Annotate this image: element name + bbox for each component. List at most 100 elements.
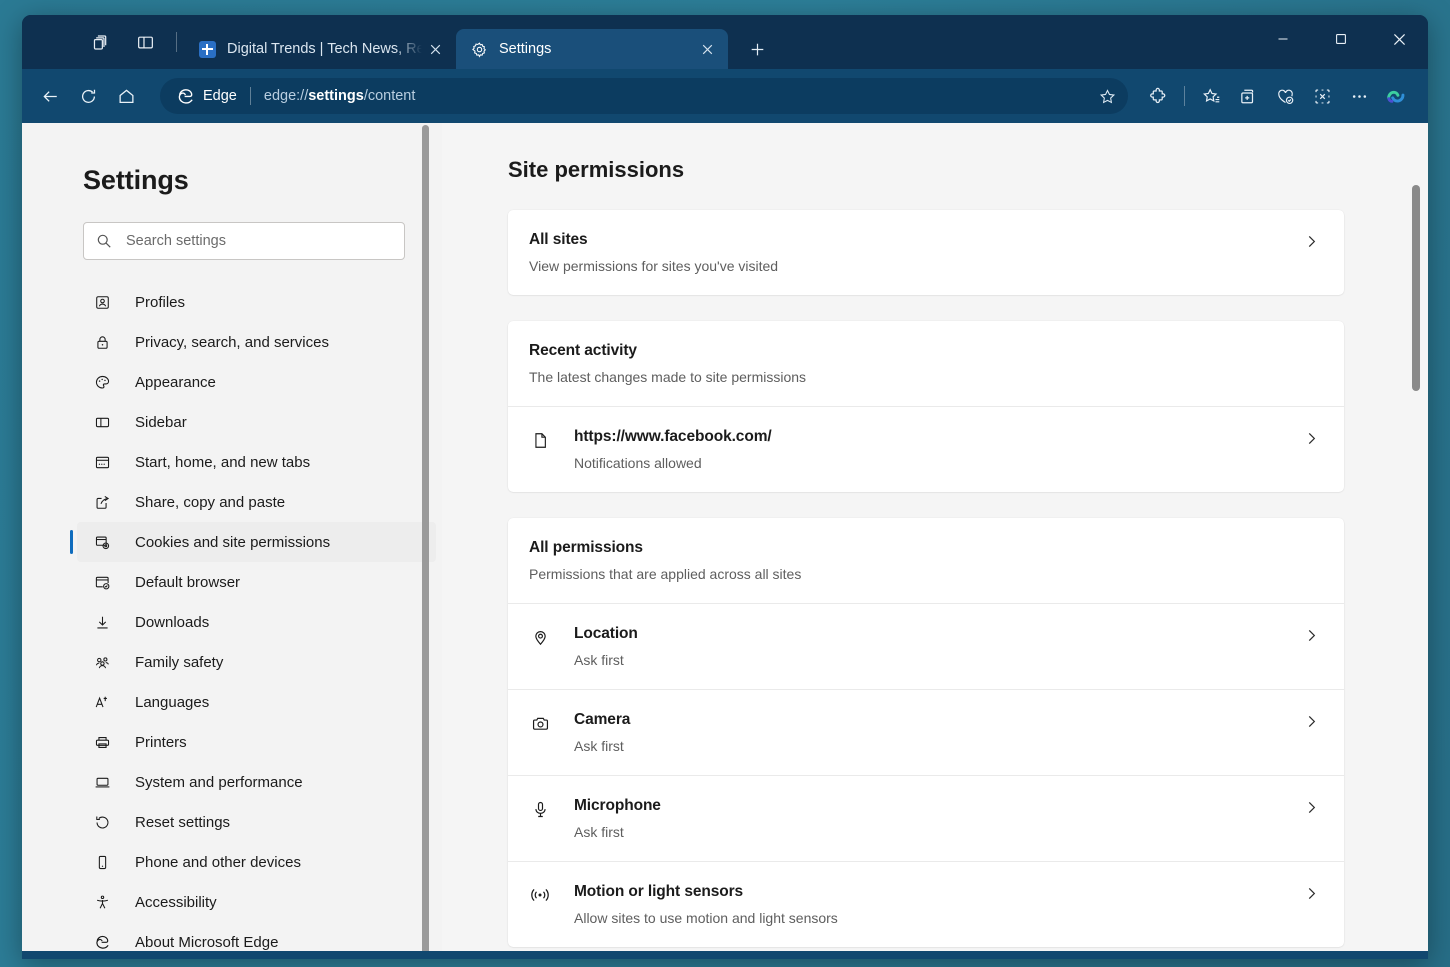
row-title: https://www.facebook.com/ bbox=[574, 428, 1304, 446]
chevron-right-icon bbox=[1304, 628, 1320, 643]
new-tab-icon[interactable] bbox=[740, 32, 774, 66]
search-settings-box[interactable] bbox=[83, 222, 405, 260]
recent-activity-entry[interactable]: https://www.facebook.com/ Notifications … bbox=[508, 406, 1344, 492]
home-icon[interactable] bbox=[108, 78, 144, 114]
sidebar-item-share-copy-paste[interactable]: Share, copy and paste bbox=[77, 482, 436, 522]
sidebar-item-label: Profiles bbox=[135, 294, 185, 311]
tab-list: Digital Trends | Tech News, Reviews Sett… bbox=[184, 15, 774, 69]
language-icon bbox=[92, 692, 112, 712]
toolbar-divider bbox=[1184, 86, 1185, 106]
sidebar-item-privacy[interactable]: Privacy, search, and services bbox=[77, 322, 436, 362]
page-title: Settings bbox=[22, 165, 442, 196]
browser-essentials-icon[interactable] bbox=[1267, 78, 1303, 114]
sidebar-item-label: About Microsoft Edge bbox=[135, 934, 278, 951]
row-title: All permissions bbox=[529, 539, 1320, 557]
favorites-icon[interactable] bbox=[1193, 78, 1229, 114]
sidebar-item-start-home[interactable]: Start, home, and new tabs bbox=[77, 442, 436, 482]
all-permissions-header: All permissions Permissions that are app… bbox=[508, 518, 1344, 603]
chevron-right-icon bbox=[1304, 234, 1320, 249]
sidebar-item-family-safety[interactable]: Family safety bbox=[77, 642, 436, 682]
chevron-right-icon bbox=[1304, 800, 1320, 815]
edge-brand-label: Edge bbox=[203, 88, 237, 104]
address-bar[interactable]: Edge edge://settings/content bbox=[160, 78, 1128, 114]
row-title: Camera bbox=[574, 711, 1304, 729]
sidebar-item-downloads[interactable]: Downloads bbox=[77, 602, 436, 642]
lock-icon bbox=[92, 332, 112, 352]
share-icon bbox=[92, 492, 112, 512]
default-browser-icon bbox=[92, 572, 112, 592]
row-subtitle: Allow sites to use motion and light sens… bbox=[574, 910, 1304, 926]
close-icon[interactable] bbox=[422, 36, 448, 62]
content-page-title: Site permissions bbox=[508, 157, 1344, 183]
search-input[interactable] bbox=[126, 233, 392, 249]
sidebar-item-label: Share, copy and paste bbox=[135, 494, 285, 511]
accessibility-icon bbox=[92, 892, 112, 912]
cookie-permissions-icon bbox=[92, 532, 112, 552]
plus-square-favicon bbox=[198, 40, 216, 58]
url-prefix: edge:// bbox=[264, 88, 308, 104]
sidebar-item-reset-settings[interactable]: Reset settings bbox=[77, 802, 436, 842]
microphone-icon bbox=[529, 798, 551, 820]
collections-icon[interactable] bbox=[1230, 78, 1266, 114]
sidebar-item-cookies-and-site-permissions[interactable]: Cookies and site permissions bbox=[77, 522, 436, 562]
sidebar-item-label: Phone and other devices bbox=[135, 854, 301, 871]
address-url: edge://settings/content bbox=[264, 88, 1092, 104]
sidebar-item-phone-devices[interactable]: Phone and other devices bbox=[77, 842, 436, 882]
sidebar-scrollbar[interactable] bbox=[422, 125, 429, 955]
close-button[interactable] bbox=[1370, 15, 1428, 63]
permission-row-microphone[interactable]: Microphone Ask first bbox=[508, 775, 1344, 861]
add-favorite-icon[interactable] bbox=[1092, 81, 1122, 111]
sidebar-item-label: Accessibility bbox=[135, 894, 217, 911]
split-screen-icon[interactable] bbox=[128, 25, 162, 59]
sidebar-item-label: System and performance bbox=[135, 774, 303, 791]
document-icon bbox=[529, 429, 551, 451]
recent-activity-header: Recent activity The latest changes made … bbox=[508, 321, 1344, 406]
printer-icon bbox=[92, 732, 112, 752]
maximize-button[interactable] bbox=[1312, 15, 1370, 63]
all-permissions-card: All permissions Permissions that are app… bbox=[508, 518, 1344, 947]
all-sites-row[interactable]: All sites View permissions for sites you… bbox=[508, 210, 1344, 295]
toolbar-icons bbox=[1140, 78, 1414, 114]
content-scrollbar[interactable] bbox=[1412, 185, 1420, 391]
sidebar-item-label: Family safety bbox=[135, 654, 223, 671]
extensions-icon[interactable] bbox=[1140, 78, 1176, 114]
sidebar-item-appearance[interactable]: Appearance bbox=[77, 362, 436, 402]
tab-title: Settings bbox=[499, 41, 694, 57]
copilot-icon[interactable] bbox=[1378, 78, 1414, 114]
screenshot-icon[interactable] bbox=[1304, 78, 1340, 114]
sidebar-item-default-browser[interactable]: Default browser bbox=[77, 562, 436, 602]
all-sites-card: All sites View permissions for sites you… bbox=[508, 210, 1344, 295]
family-icon bbox=[92, 652, 112, 672]
sidebar-item-sidebar[interactable]: Sidebar bbox=[77, 402, 436, 442]
sidebar-item-languages[interactable]: Languages bbox=[77, 682, 436, 722]
row-title: Motion or light sensors bbox=[574, 883, 1304, 901]
permission-row-location[interactable]: Location Ask first bbox=[508, 603, 1344, 689]
tab-settings[interactable]: Settings bbox=[456, 29, 728, 69]
gear-favicon bbox=[470, 40, 488, 58]
address-divider bbox=[250, 87, 251, 105]
laptop-icon bbox=[92, 772, 112, 792]
row-subtitle: Ask first bbox=[574, 738, 1304, 754]
settings-page: Settings bbox=[22, 123, 1428, 959]
tab-actions-icon[interactable] bbox=[84, 25, 118, 59]
sidebar-item-printers[interactable]: Printers bbox=[77, 722, 436, 762]
sidebar-icon bbox=[92, 412, 112, 432]
search-icon bbox=[96, 233, 113, 249]
motion-sensor-icon bbox=[529, 884, 551, 906]
tab-digital-trends[interactable]: Digital Trends | Tech News, Reviews bbox=[184, 29, 456, 69]
close-icon[interactable] bbox=[694, 36, 720, 62]
sidebar-item-label: Reset settings bbox=[135, 814, 230, 831]
sidebar-item-profiles[interactable]: Profiles bbox=[77, 282, 436, 322]
sidebar-item-label: Cookies and site permissions bbox=[135, 534, 330, 551]
back-icon[interactable] bbox=[32, 78, 68, 114]
sidebar-item-system-performance[interactable]: System and performance bbox=[77, 762, 436, 802]
settings-content: Site permissions All sites View permissi… bbox=[442, 123, 1428, 959]
permission-row-camera[interactable]: Camera Ask first bbox=[508, 689, 1344, 775]
permission-row-motion-or-light-sensors[interactable]: Motion or light sensors Allow sites to u… bbox=[508, 861, 1344, 947]
minimize-button[interactable] bbox=[1254, 15, 1312, 63]
refresh-icon[interactable] bbox=[70, 78, 106, 114]
more-options-icon[interactable] bbox=[1341, 78, 1377, 114]
download-icon bbox=[92, 612, 112, 632]
browser-toolbar: Edge edge://settings/content bbox=[22, 69, 1428, 123]
sidebar-item-accessibility[interactable]: Accessibility bbox=[77, 882, 436, 922]
